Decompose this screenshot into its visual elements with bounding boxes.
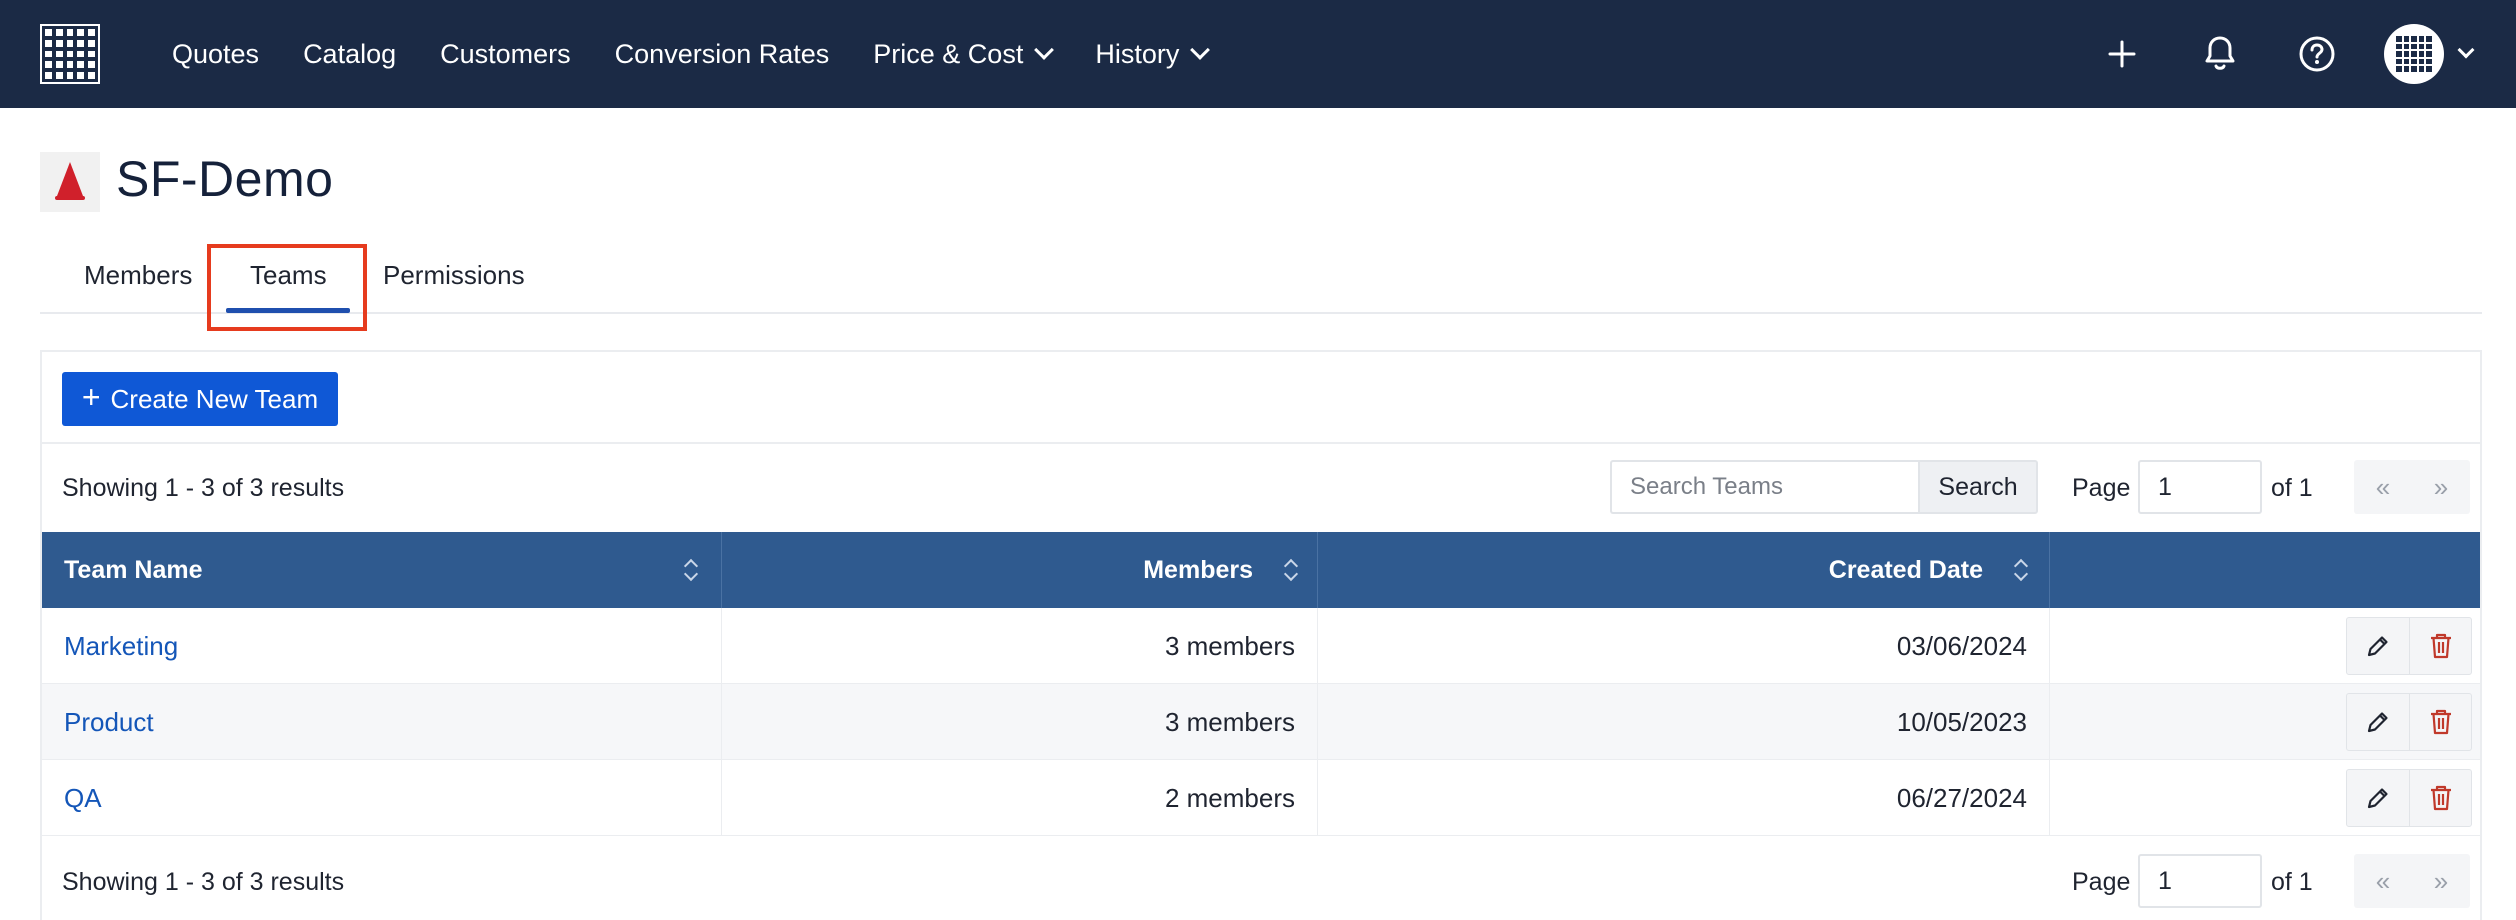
- column-team-name[interactable]: Team Name: [42, 532, 722, 608]
- pagination: « »: [2354, 854, 2470, 908]
- delete-icon[interactable]: [2409, 618, 2471, 674]
- row-actions: [2346, 769, 2472, 827]
- tab-highlight-box: [207, 244, 367, 331]
- table-row: QA 2 members 06/27/2024: [42, 760, 2480, 836]
- search-button[interactable]: Search: [1918, 460, 2038, 514]
- results-summary-bottom: Showing 1 - 3 of 3 results: [62, 868, 345, 896]
- team-name-link[interactable]: Product: [64, 707, 154, 738]
- table-header: Team Name Members Created Date: [42, 532, 2480, 608]
- tab-members[interactable]: Members: [84, 260, 192, 291]
- column-created-date[interactable]: Created Date: [1318, 532, 2050, 608]
- table-row: Product 3 members 10/05/2023: [42, 684, 2480, 760]
- tab-bar: Members Teams Permissions: [40, 244, 2482, 331]
- chevron-down-icon: [1190, 40, 1211, 60]
- nav-quotes[interactable]: Quotes: [172, 39, 259, 70]
- sort-icon: [1284, 558, 1298, 582]
- page-number-input[interactable]: [2138, 854, 2262, 908]
- create-team-button[interactable]: + Create New Team: [62, 372, 338, 426]
- avatar[interactable]: [2384, 24, 2444, 84]
- main-nav: Quotes Catalog Customers Conversion Rate…: [172, 0, 1251, 108]
- members-count: 3 members: [722, 684, 1318, 760]
- chevron-down-icon: [1034, 40, 1055, 60]
- created-date: 03/06/2024: [1318, 608, 2050, 684]
- nav-price-cost[interactable]: Price & Cost: [873, 39, 1055, 70]
- nav-customers[interactable]: Customers: [440, 39, 571, 70]
- page-label: Page: [2072, 868, 2131, 896]
- team-name-link[interactable]: QA: [64, 783, 102, 814]
- app-logo-icon[interactable]: [40, 24, 100, 84]
- edit-icon[interactable]: [2347, 618, 2409, 674]
- next-page-button[interactable]: »: [2412, 460, 2470, 514]
- delete-icon[interactable]: [2409, 770, 2471, 826]
- table-row: Marketing 3 members 03/06/2024: [42, 608, 2480, 684]
- row-actions: [2346, 617, 2472, 675]
- sort-icon: [2014, 558, 2028, 582]
- page-label: Page: [2072, 474, 2131, 502]
- nav-history[interactable]: History: [1095, 39, 1211, 70]
- members-count: 2 members: [722, 760, 1318, 836]
- page-number-input[interactable]: [2138, 460, 2262, 514]
- divider: [42, 442, 2480, 444]
- delete-icon[interactable]: [2409, 694, 2471, 750]
- page-total: of 1: [2271, 474, 2313, 502]
- search-input[interactable]: [1610, 460, 1920, 514]
- plus-icon[interactable]: [2102, 34, 2142, 74]
- column-actions: [2050, 532, 2480, 608]
- nav-catalog[interactable]: Catalog: [303, 39, 396, 70]
- prev-page-button[interactable]: «: [2354, 854, 2412, 908]
- prev-page-button[interactable]: «: [2354, 460, 2412, 514]
- plus-icon: +: [81, 378, 101, 415]
- created-date: 10/05/2023: [1318, 684, 2050, 760]
- bell-icon[interactable]: [2200, 34, 2240, 74]
- members-count: 3 members: [722, 608, 1318, 684]
- nav-conversion-rates[interactable]: Conversion Rates: [615, 39, 830, 70]
- created-date: 06/27/2024: [1318, 760, 2050, 836]
- top-navbar: Quotes Catalog Customers Conversion Rate…: [0, 0, 2516, 108]
- edit-icon[interactable]: [2347, 770, 2409, 826]
- team-name-link[interactable]: Marketing: [64, 631, 178, 662]
- org-logo-icon: [40, 152, 100, 212]
- sort-icon: [684, 558, 698, 582]
- page-title: SF-Demo: [116, 151, 334, 207]
- pagination: « »: [2354, 460, 2470, 514]
- tab-permissions[interactable]: Permissions: [383, 260, 525, 291]
- help-icon[interactable]: [2297, 34, 2337, 74]
- edit-icon[interactable]: [2347, 694, 2409, 750]
- page-total: of 1: [2271, 868, 2313, 896]
- teams-panel: + Create New Team Showing 1 - 3 of 3 res…: [40, 350, 2482, 920]
- results-summary: Showing 1 - 3 of 3 results: [62, 474, 345, 502]
- chevron-down-icon[interactable]: [2457, 41, 2475, 59]
- row-actions: [2346, 693, 2472, 751]
- column-members[interactable]: Members: [722, 532, 1318, 608]
- teams-table: Team Name Members Created Date Marketing…: [42, 532, 2480, 836]
- next-page-button[interactable]: »: [2412, 854, 2470, 908]
